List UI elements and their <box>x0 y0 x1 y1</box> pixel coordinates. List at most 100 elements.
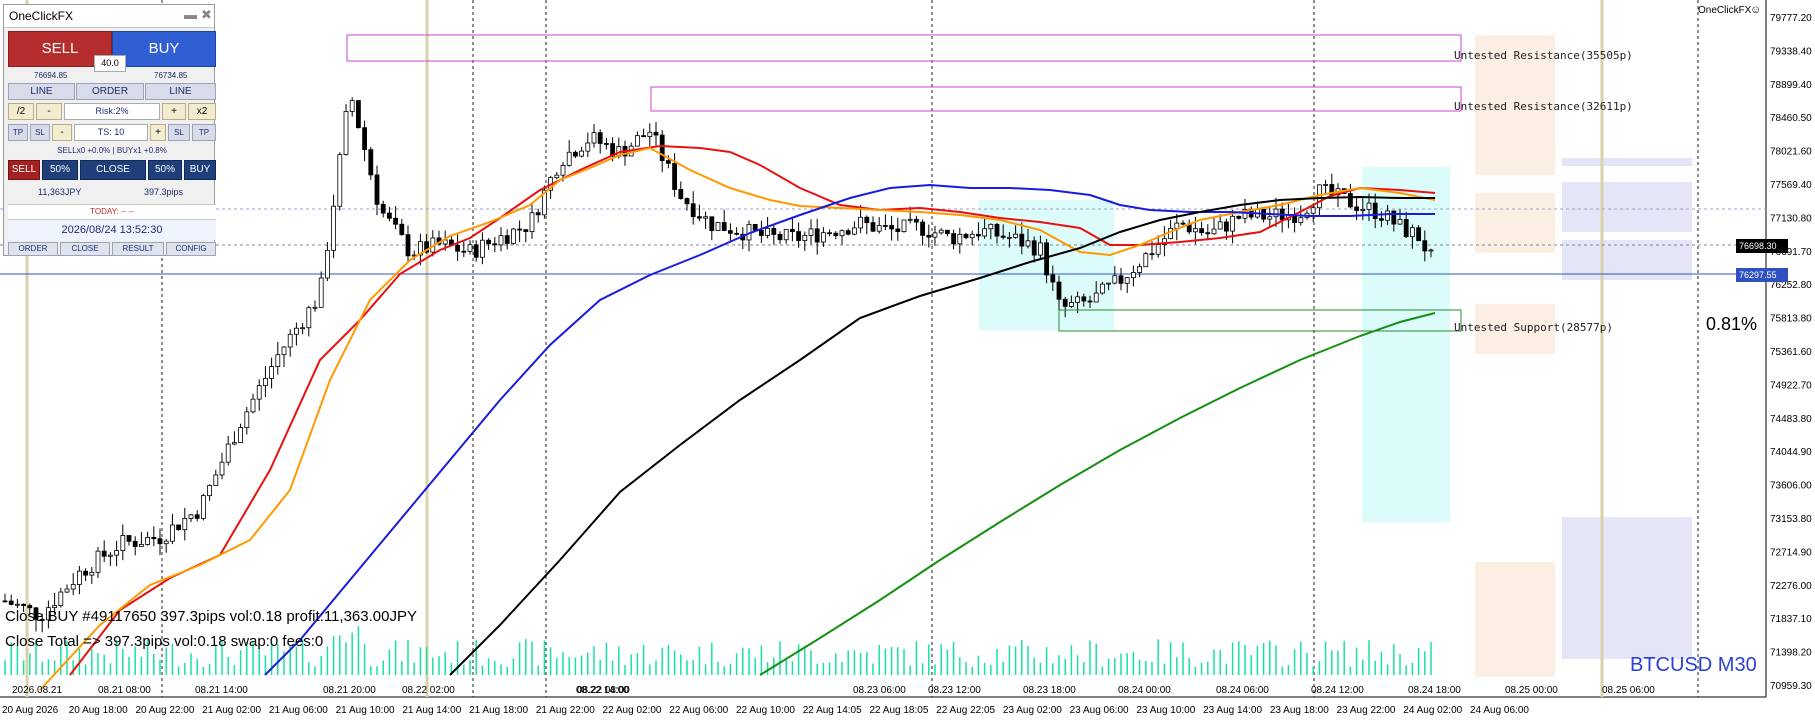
sl-left-button[interactable]: SL <box>30 124 50 141</box>
candle-body <box>486 239 492 245</box>
candle-body <box>461 250 467 253</box>
candle-body <box>1075 296 1080 303</box>
candle-body <box>108 554 113 557</box>
brand-label: OneClickFX <box>1698 5 1752 16</box>
shaded-box <box>1475 193 1555 253</box>
candle-body <box>1093 292 1099 303</box>
close-half-buy-button[interactable]: 50% <box>148 160 182 180</box>
candle-body <box>244 411 250 428</box>
candle-body <box>386 212 392 219</box>
candle-body <box>1385 210 1390 221</box>
candle-body <box>1397 219 1403 225</box>
candle-body <box>1069 301 1074 307</box>
candle-body <box>362 127 368 151</box>
price-axis-label: 79777.20 <box>1770 13 1812 24</box>
candle-body <box>690 203 696 218</box>
candle-body <box>839 230 845 237</box>
session-label: 08.23 06:00 <box>853 685 906 696</box>
candle-body <box>21 603 27 606</box>
candle-body <box>1354 206 1359 211</box>
panel-titlebar[interactable]: OneClickFX ▬ ✖ <box>4 5 214 28</box>
candle-body <box>95 550 101 573</box>
half-lot-button[interactable]: /2 <box>8 103 34 120</box>
candle-body <box>176 524 182 531</box>
tp-left-button[interactable]: TP <box>8 124 28 141</box>
tp-right-button[interactable]: TP <box>192 124 216 141</box>
candle-body <box>951 233 956 245</box>
candle-body <box>523 229 529 232</box>
time-axis-label: 23 Aug 06:00 <box>1070 705 1129 716</box>
session-label: 08.21 08:00 <box>98 685 151 696</box>
risk-field[interactable]: Risk:2% <box>64 103 160 120</box>
tab-result[interactable]: RESULT <box>112 242 164 256</box>
candle-body <box>1131 272 1136 279</box>
minimize-icon[interactable]: ▬ <box>184 7 197 22</box>
candle-body <box>1137 266 1142 273</box>
session-label: 08.22 02:00 <box>402 685 455 696</box>
order-button[interactable]: ORDER <box>76 83 144 100</box>
close-half-sell-button[interactable]: 50% <box>42 160 78 180</box>
price-axis-label: 74483.80 <box>1770 414 1812 425</box>
time-axis-label: 23 Aug 10:00 <box>1136 705 1195 716</box>
price-axis-label: 74922.70 <box>1770 380 1812 391</box>
candle-body <box>566 151 572 166</box>
lot-size-input[interactable]: 40.0 <box>94 55 126 72</box>
line-left-button[interactable]: LINE <box>8 83 75 100</box>
risk-minus-button[interactable]: - <box>36 103 62 120</box>
risk-plus-button[interactable]: + <box>162 103 186 120</box>
candle-body <box>318 277 324 308</box>
tab-order[interactable]: ORDER <box>8 242 58 256</box>
close-all-button[interactable]: CLOSE <box>80 160 146 180</box>
candle-body <box>312 306 318 309</box>
resistance-zone-label-1: Untested Resistance(35505p) <box>1454 49 1633 62</box>
price-axis-label: 71398.20 <box>1770 648 1812 659</box>
candle-body <box>58 591 64 607</box>
candle-body <box>120 535 126 551</box>
double-lot-button[interactable]: x2 <box>188 103 216 120</box>
ts-plus-button[interactable]: + <box>150 124 166 141</box>
candle-body <box>157 538 163 545</box>
price-axis-label: 75361.60 <box>1770 347 1812 358</box>
close-icon[interactable]: ✖ <box>201 7 212 23</box>
candle-body <box>492 243 498 246</box>
candle-body <box>250 398 256 413</box>
candle-body <box>1193 228 1198 233</box>
candle-body <box>138 544 144 547</box>
candle-body <box>1056 281 1062 300</box>
candle-body <box>852 227 857 235</box>
candle-body <box>703 216 708 219</box>
time-axis-label: 21 Aug 02:00 <box>202 705 261 716</box>
time-axis-label: 23 Aug 18:00 <box>1270 705 1329 716</box>
candle-body <box>684 198 690 205</box>
candle-body <box>666 160 671 164</box>
candle-body <box>393 217 399 225</box>
buy-button[interactable]: BUY <box>112 31 216 67</box>
sl-right-button[interactable]: SL <box>168 124 190 141</box>
trailing-stop-field[interactable]: TS: 10 <box>74 124 148 141</box>
candle-body <box>1267 216 1273 220</box>
candle-body <box>1112 275 1118 284</box>
candle-body <box>126 535 132 542</box>
candle-body <box>579 150 584 157</box>
candle-body <box>845 230 851 235</box>
price-axis-label: 73153.80 <box>1770 514 1812 525</box>
time-axis-label: 24 Aug 06:00 <box>1470 705 1529 716</box>
trade-log-line-2: Close Total => 397.3pips vol:0.18 swap:0… <box>5 633 324 650</box>
candle-body <box>883 225 888 227</box>
candle-body <box>833 232 839 237</box>
candle-body <box>504 235 510 244</box>
close-buy-button[interactable]: BUY <box>184 160 216 180</box>
candle-body <box>77 570 82 585</box>
tab-config[interactable]: CONFIG <box>166 242 216 256</box>
price-axis-label: 70959.30 <box>1770 681 1812 692</box>
close-sell-button[interactable]: SELL <box>8 160 40 180</box>
line-right-button[interactable]: LINE <box>145 83 216 100</box>
candle-body <box>1211 228 1217 235</box>
candle-body <box>1025 240 1031 247</box>
candle-body <box>721 222 727 232</box>
session-label: 08.25 00:00 <box>1505 685 1558 696</box>
profit-pips: 397.3pips <box>144 187 184 197</box>
tab-close[interactable]: CLOSE <box>60 242 110 256</box>
candle-body <box>343 111 349 155</box>
ts-minus-button[interactable]: - <box>52 124 72 141</box>
